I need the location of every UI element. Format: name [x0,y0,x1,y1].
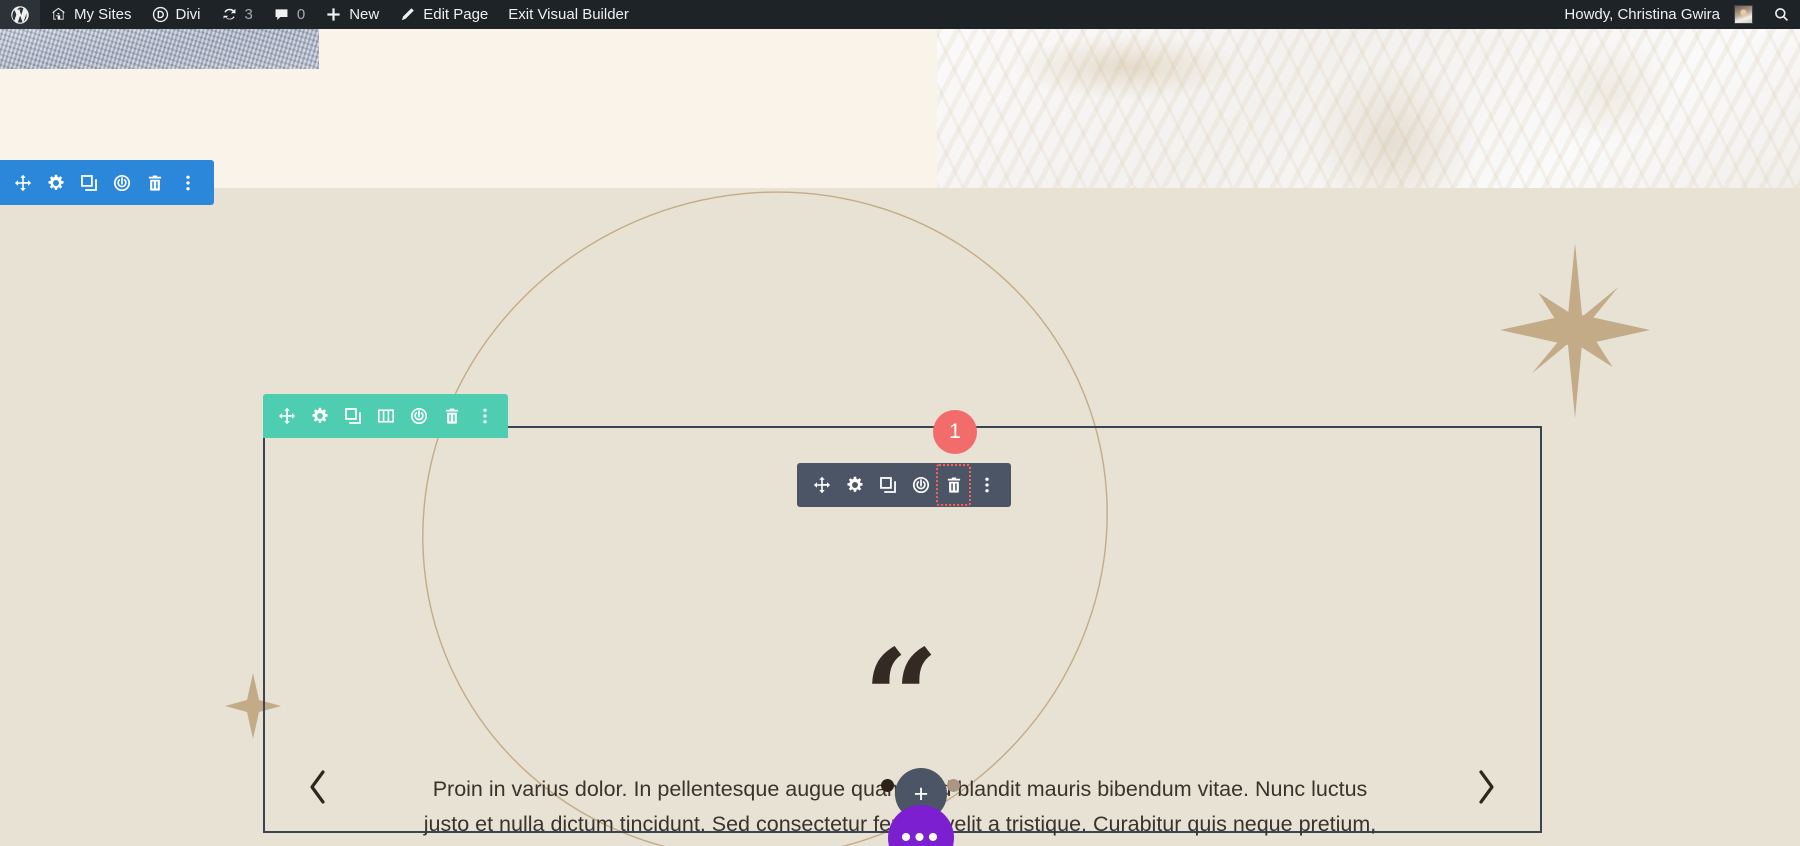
wp-admin-bar: My Sites Divi 3 0 New Edit Page Exit Vis… [0,0,1800,29]
disable-section-button[interactable] [105,161,138,204]
avatar [1734,5,1753,24]
starburst-icon [1500,243,1650,418]
testimonial-section: “ Proin in varius dolor. In pellentesque… [0,188,1800,846]
divi-icon [152,6,169,23]
section-more-button[interactable] [171,161,204,204]
page-canvas: “ Proin in varius dolor. In pellentesque… [0,29,1800,846]
duplicate-icon [344,408,361,424]
header-image-right [937,29,1800,188]
move-row-button[interactable] [270,395,303,438]
row-more-button[interactable] [468,395,501,438]
admin-bar-item-my-sites[interactable]: My Sites [40,0,142,29]
chevron-right-icon [1479,770,1494,804]
section-settings-button[interactable] [39,161,72,204]
gear-icon [47,174,64,190]
admin-bar-item-exit-visual-builder[interactable]: Exit Visual Builder [498,0,639,29]
sites-icon [50,6,67,23]
updates-icon [221,6,238,23]
header-image-left [0,29,319,69]
ellipsis-vertical-icon [185,175,190,190]
quote-mark: “ [863,621,939,776]
admin-bar-right-group: Howdy, Christina Gwira [1554,0,1800,29]
power-icon [912,476,929,494]
duplicate-icon [879,477,896,493]
admin-bar-comment-count: 0 [296,6,306,23]
plus-icon [325,6,342,23]
trash-icon [445,408,458,424]
admin-bar-update-count: 3 [244,6,253,23]
module-order-badge: 1 [933,410,977,454]
gear-icon [846,476,863,492]
gear-icon [311,407,328,423]
module-toolbar [797,463,1011,507]
admin-bar-item-divi[interactable]: Divi [142,0,211,29]
duplicate-module-button[interactable] [871,464,904,507]
chevron-left-icon [310,770,325,804]
module-settings-button[interactable] [838,464,871,507]
delete-section-button[interactable] [138,161,171,204]
slider-prev-arrow[interactable] [296,761,340,813]
admin-bar-item-new[interactable]: New [315,0,389,29]
move-icon [278,407,295,425]
admin-bar-item-edit-page[interactable]: Edit Page [389,0,498,29]
move-section-button[interactable] [6,161,39,204]
column-structure-button[interactable] [369,395,402,438]
delete-row-button[interactable] [435,395,468,438]
duplicate-row-button[interactable] [336,395,369,438]
ellipsis-vertical-icon [984,477,989,493]
ellipsis-vertical-icon [482,408,487,424]
header-section [0,29,1800,188]
duplicate-section-button[interactable] [72,161,105,204]
row-toolbar [263,394,508,438]
wordpress-icon [10,5,30,25]
comment-bubble-icon [273,6,290,23]
pencil-icon [399,6,416,23]
move-module-button[interactable] [805,464,838,507]
delete-module-button[interactable] [936,464,971,506]
admin-bar-label-exit-visual-builder: Exit Visual Builder [508,6,629,23]
move-icon [14,174,31,191]
admin-bar-label-new: New [349,6,380,23]
howdy-greeting: Howdy, Christina Gwira [1564,6,1720,23]
slider-next-arrow[interactable] [1464,761,1508,813]
decor-dot-left [881,779,894,792]
duplicate-icon [80,174,97,191]
admin-bar-label-divi: Divi [175,6,201,23]
admin-bar-my-account[interactable]: Howdy, Christina Gwira [1554,0,1763,29]
admin-bar-item-updates[interactable]: 3 [211,0,263,29]
trash-icon [148,174,161,191]
row-settings-button[interactable] [303,395,336,438]
module-more-button[interactable] [970,464,1003,507]
search-icon [1773,6,1790,23]
admin-bar-search-button[interactable] [1763,0,1800,29]
columns-icon [377,409,394,423]
admin-bar-label-edit-page: Edit Page [423,6,489,23]
move-icon [813,476,830,494]
decor-dot-right [947,779,960,792]
admin-bar-item-wp-logo[interactable] [0,0,40,29]
disable-module-button[interactable] [904,464,937,507]
power-icon [113,174,130,191]
admin-bar-item-comments[interactable]: 0 [263,0,315,29]
admin-bar-label-my-sites: My Sites [74,6,132,23]
section-toolbar [0,160,214,205]
disable-row-button[interactable] [402,395,435,438]
power-icon [410,407,427,425]
trash-icon [947,477,960,493]
